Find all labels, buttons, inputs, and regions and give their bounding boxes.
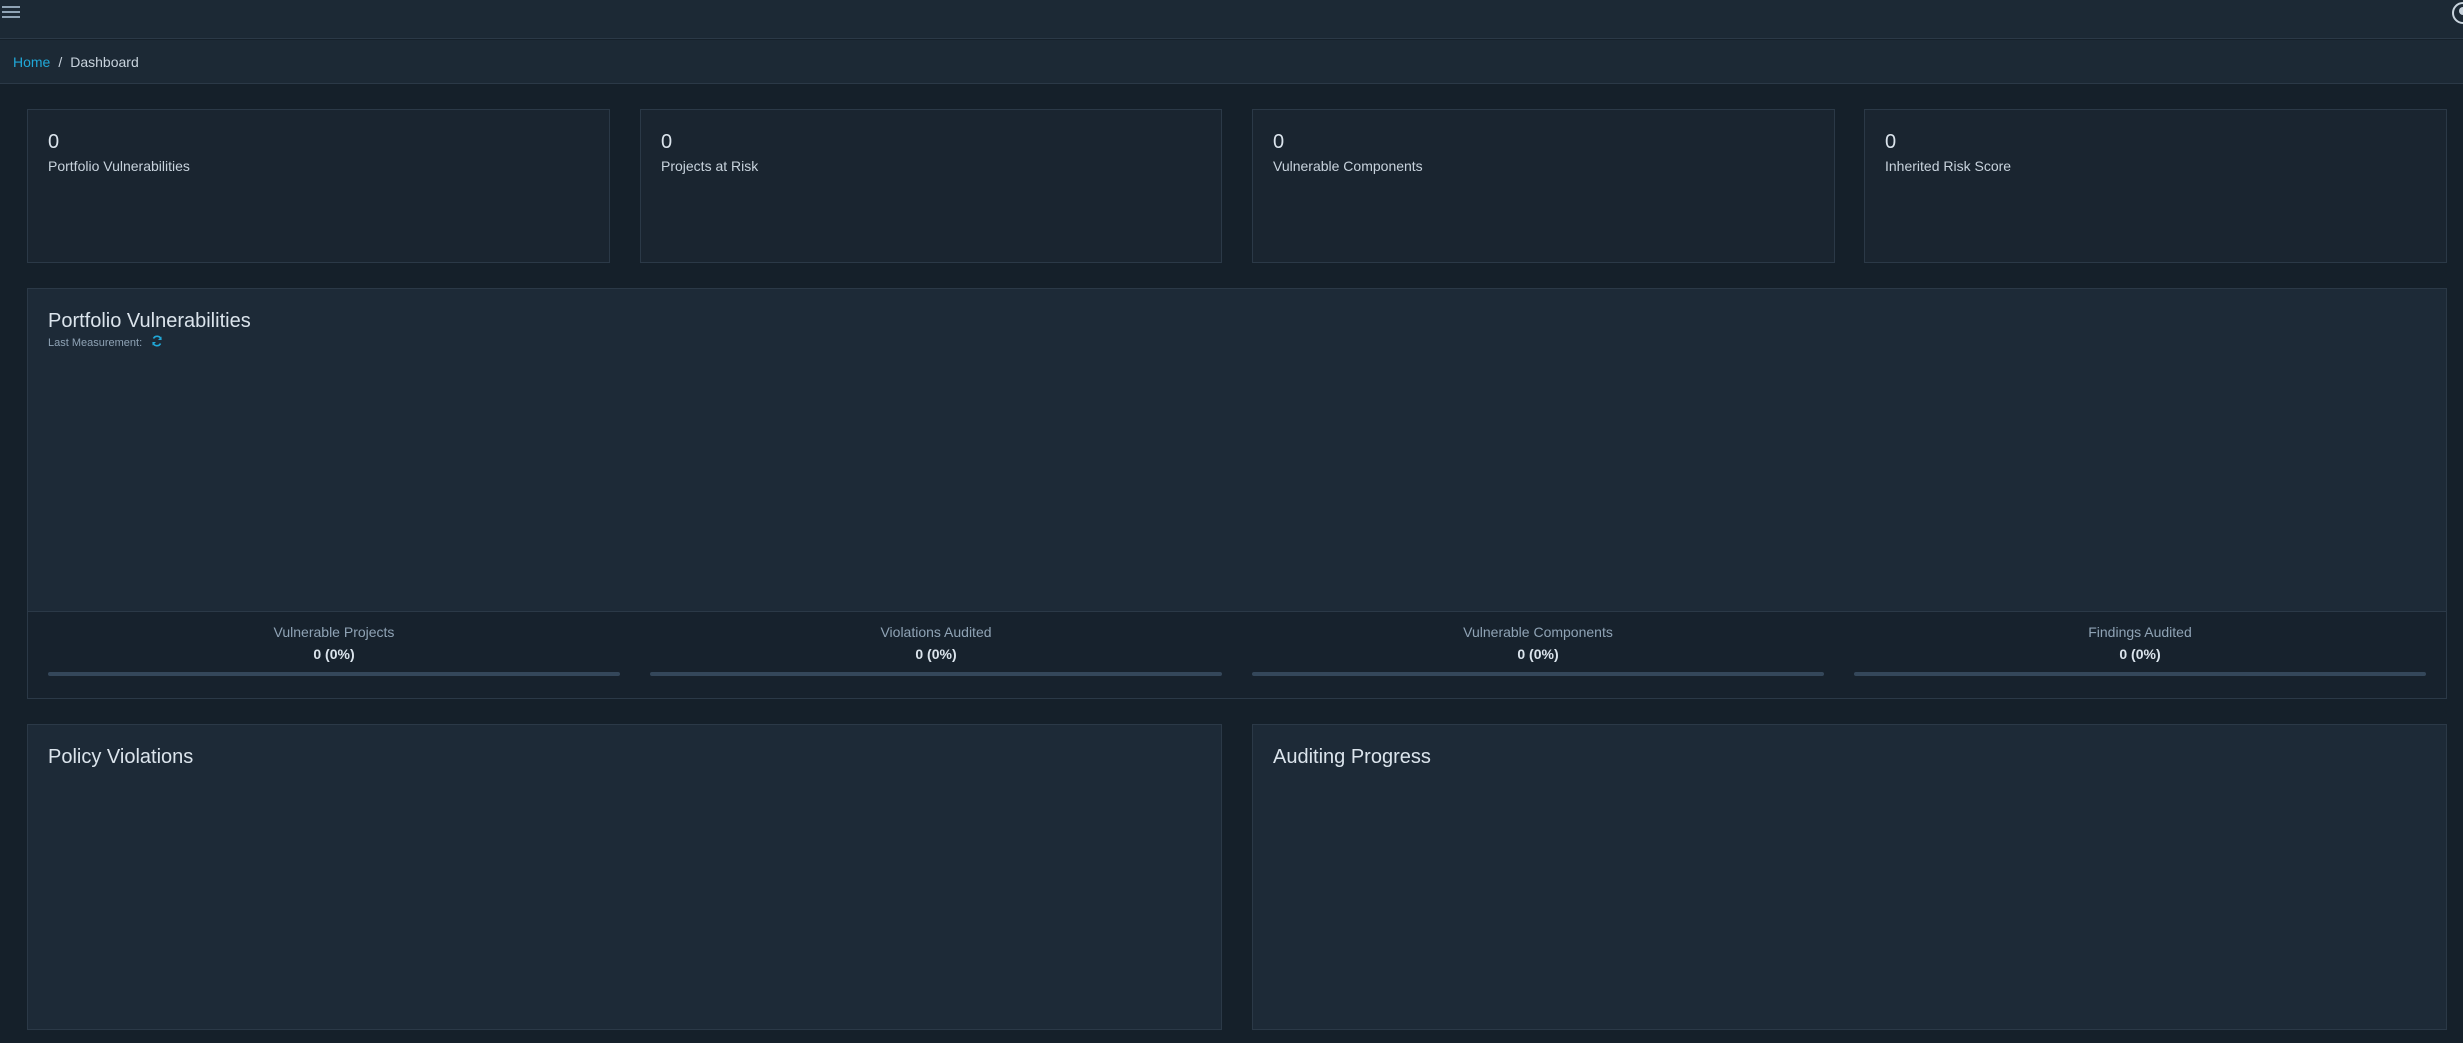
breadcrumb-separator: / (58, 54, 63, 70)
portfolio-metrics-footer: Vulnerable Projects 0 (0%) Violations Au… (28, 611, 2446, 698)
metric-findings-audited: Findings Audited 0 (0%) (1854, 624, 2426, 676)
stat-card-portfolio-vulnerabilities: 0 Portfolio Vulnerabilities (27, 109, 610, 263)
breadcrumb-current: Dashboard (70, 54, 139, 70)
metric-label: Violations Audited (880, 624, 992, 640)
top-navbar (0, 0, 2463, 39)
breadcrumb-home-link[interactable]: Home (13, 54, 50, 70)
metric-vulnerable-components: Vulnerable Components 0 (0%) (1252, 624, 1824, 676)
progress-bar (1854, 672, 2426, 676)
progress-bar (1252, 672, 1824, 676)
metric-label: Vulnerable Projects (273, 624, 395, 640)
stat-card-vulnerable-components: 0 Vulnerable Components (1252, 109, 1835, 263)
stat-card-inherited-risk-score: 0 Inherited Risk Score (1864, 109, 2447, 263)
card-title: Auditing Progress (1273, 746, 1431, 768)
metric-value: 0 (0%) (1517, 646, 1559, 662)
auditing-progress-card: Auditing Progress (1252, 724, 2447, 1030)
stat-value: 0 (1885, 131, 1897, 153)
stat-label: Inherited Risk Score (1885, 158, 2012, 174)
metric-vulnerable-projects: Vulnerable Projects 0 (0%) (48, 624, 620, 676)
metric-value: 0 (0%) (2119, 646, 2161, 662)
metric-violations-audited: Violations Audited 0 (0%) (650, 624, 1222, 676)
stat-card-projects-at-risk: 0 Projects at Risk (640, 109, 1222, 263)
user-circle-icon[interactable] (2452, 2, 2463, 24)
policy-violations-card: Policy Violations (27, 724, 1222, 1030)
progress-bar (650, 672, 1222, 676)
stat-value: 0 (1273, 131, 1285, 153)
portfolio-vulnerabilities-card: Portfolio Vulnerabilities Last Measureme… (27, 288, 2447, 699)
card-title: Portfolio Vulnerabilities (48, 310, 251, 332)
metric-value: 0 (0%) (915, 646, 957, 662)
last-measurement-label: Last Measurement: (48, 337, 143, 349)
breadcrumb: Home / Dashboard (0, 40, 2463, 84)
hamburger-menu-icon[interactable] (2, 3, 22, 21)
metric-label: Vulnerable Components (1463, 624, 1613, 640)
metric-value: 0 (0%) (313, 646, 355, 662)
stat-label: Projects at Risk (661, 158, 759, 174)
stat-value: 0 (661, 131, 673, 153)
portfolio-chart-area (28, 289, 2446, 611)
stat-label: Portfolio Vulnerabilities (48, 158, 190, 174)
metric-label: Findings Audited (2088, 624, 2192, 640)
refresh-icon[interactable] (151, 335, 163, 347)
card-title: Policy Violations (48, 746, 194, 768)
stat-value: 0 (48, 131, 60, 153)
stat-label: Vulnerable Components (1273, 158, 1423, 174)
progress-bar (48, 672, 620, 676)
